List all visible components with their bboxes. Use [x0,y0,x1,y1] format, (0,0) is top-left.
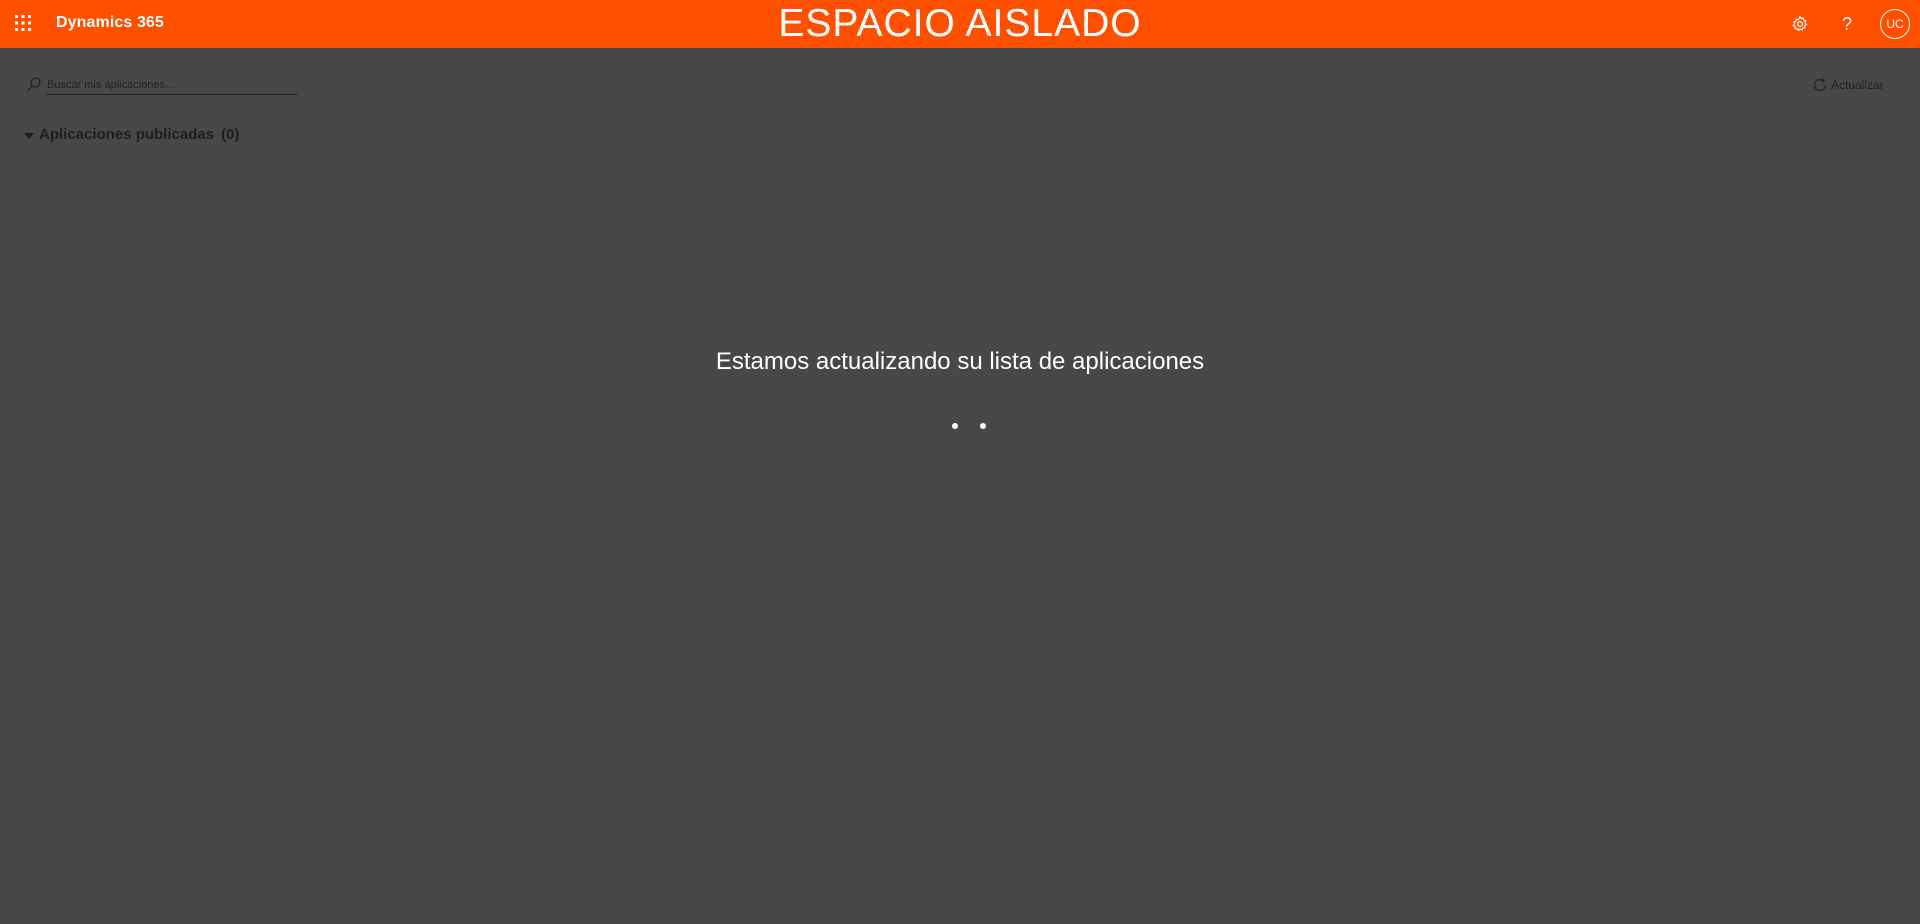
section-count: (0) [221,126,240,143]
app-launcher-icon[interactable] [14,14,32,32]
loading-message: Estamos actualizando su lista de aplicac… [715,348,1205,375]
help-icon[interactable]: ? [1835,12,1859,36]
caret-down-icon [24,132,34,139]
section-title: Aplicaciones publicadas [39,126,215,143]
brand-name[interactable]: Dynamics 365 [56,14,164,32]
top-bar: Dynamics 365 ESPACIO AISLADO ? UC [0,0,1920,48]
loading-dot [980,423,986,429]
avatar[interactable]: UC [1880,9,1910,39]
published-apps-header[interactable]: Aplicaciones publicadas (0) [24,126,239,143]
loading-dot [952,423,958,429]
environment-title: ESPACIO AISLADO [778,2,1142,45]
refresh-label: Actualizar [1831,78,1884,92]
search-input[interactable] [46,74,297,95]
refresh-button[interactable]: Actualizar [1812,76,1884,94]
search-icon [26,76,42,92]
gear-icon[interactable] [1788,12,1812,36]
search-box [26,74,298,95]
refresh-icon [1813,78,1827,92]
